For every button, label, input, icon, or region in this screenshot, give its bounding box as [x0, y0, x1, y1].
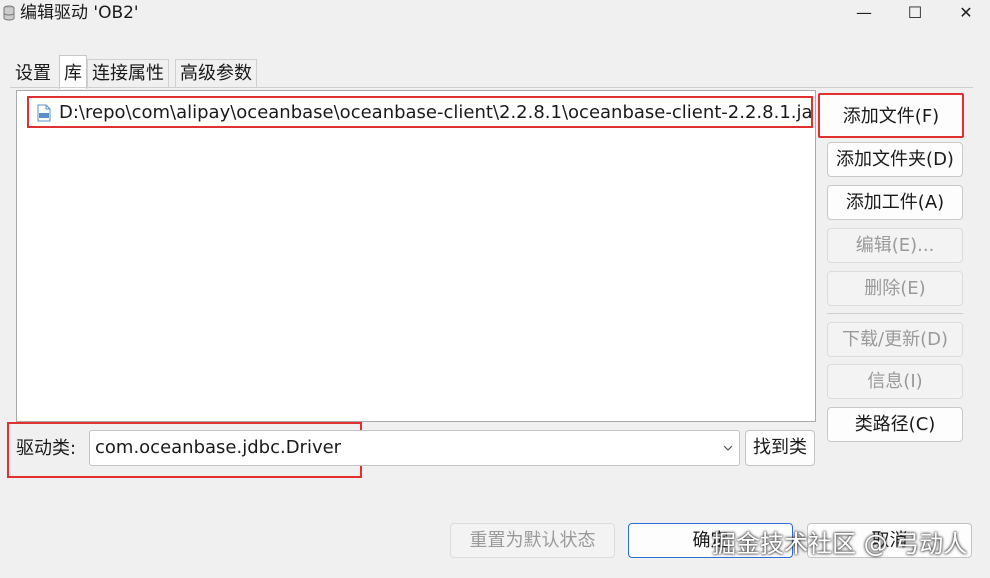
tab-settings[interactable]: 设置 — [10, 59, 56, 88]
chevron-down-icon — [723, 445, 733, 451]
delete-button[interactable]: 删除(E) — [827, 271, 963, 306]
maximize-icon: ☐ — [907, 3, 923, 22]
database-icon — [3, 5, 15, 21]
driver-class-label: 驱动类: — [16, 438, 77, 459]
library-list[interactable]: D:\repo\com\alipay\oceanbase\oceanbase-c… — [16, 90, 816, 422]
add-artifact-button[interactable]: 添加工件(A) — [827, 185, 963, 220]
add-file-button[interactable]: 添加文件(F) — [818, 93, 964, 138]
list-item[interactable]: D:\repo\com\alipay\oceanbase\oceanbase-c… — [27, 96, 813, 128]
driver-class-select[interactable]: com.oceanbase.jdbc.Driver — [89, 430, 740, 466]
jar-file-icon — [37, 104, 51, 122]
maximize-button[interactable]: ☐ — [892, 0, 938, 26]
add-folder-button[interactable]: 添加文件夹(D) — [827, 142, 963, 177]
minimize-button[interactable]: — — [841, 0, 887, 26]
tab-panel-border — [10, 87, 973, 88]
window-title: 编辑驱动 'OB2' — [20, 3, 139, 23]
close-icon: ✕ — [959, 3, 973, 22]
edit-button[interactable]: 编辑(E)... — [827, 228, 963, 263]
watermark: 掘金技术社区 @ 弓动人 — [712, 530, 968, 558]
reset-defaults-button[interactable]: 重置为默认状态 — [450, 523, 615, 558]
minimize-icon: — — [856, 3, 872, 22]
tab-library[interactable]: 库 — [59, 55, 87, 89]
button-separator — [827, 313, 963, 314]
close-button[interactable]: ✕ — [943, 0, 989, 26]
tab-connection-properties[interactable]: 连接属性 — [87, 59, 169, 88]
driver-class-value: com.oceanbase.jdbc.Driver — [95, 437, 342, 458]
library-path: D:\repo\com\alipay\oceanbase\oceanbase-c… — [59, 102, 813, 123]
download-update-button[interactable]: 下载/更新(D) — [827, 322, 963, 357]
info-button[interactable]: 信息(I) — [827, 364, 963, 399]
title-bar: 编辑驱动 'OB2' — ☐ ✕ — [0, 0, 990, 28]
find-class-button[interactable]: 找到类 — [745, 430, 815, 466]
tab-advanced-parameters[interactable]: 高级参数 — [175, 59, 257, 88]
classpath-button[interactable]: 类路径(C) — [827, 407, 963, 442]
